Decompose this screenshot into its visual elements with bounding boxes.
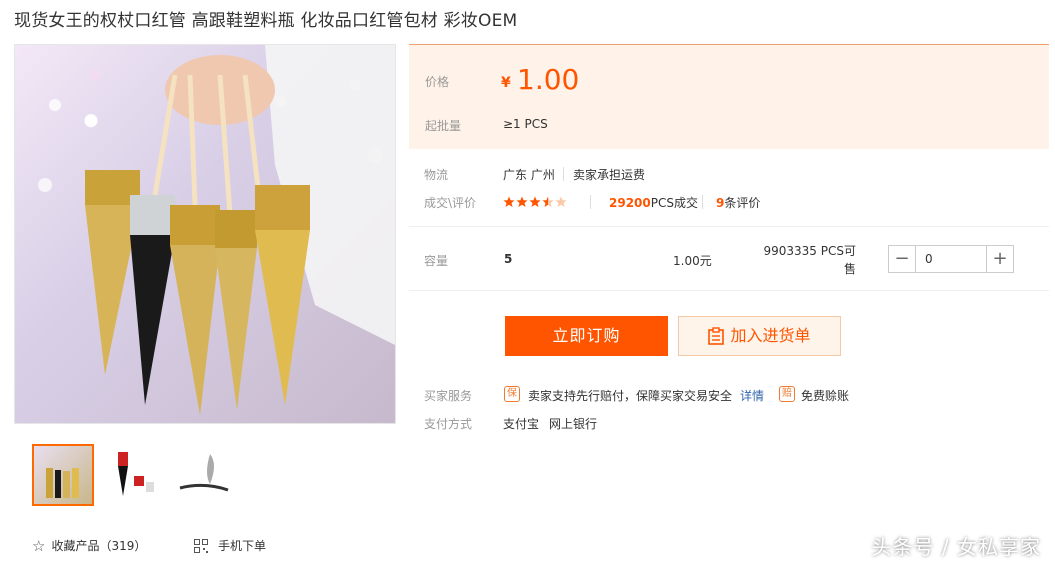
divider (563, 167, 564, 181)
minus-button[interactable]: − (889, 246, 916, 272)
quantity-stepper[interactable]: − 0 + (888, 245, 1014, 273)
variant-stock: 9903335 PCS可售 (763, 244, 857, 276)
price-value: 1.00 (517, 63, 580, 96)
credit-badge-icon: 赔 (779, 386, 795, 402)
add-to-cart-button[interactable]: 加入进货单 (678, 316, 841, 356)
ship-from-location: 广东 广州 (503, 168, 555, 182)
favorite-label: 收藏产品（319） (51, 539, 147, 553)
buy-now-button[interactable]: 立即订购 (505, 316, 668, 356)
logistics-label: 物流 (424, 168, 449, 182)
payment-label: 支付方式 (424, 417, 473, 431)
mobile-order[interactable]: 手机下单 (194, 537, 266, 554)
star-full-icon (503, 196, 515, 207)
mobile-order-label: 手机下单 (218, 539, 267, 553)
thumbnail-2[interactable] (104, 444, 164, 504)
deals-label: 成交\评价 (424, 196, 477, 210)
payment-method-alipay: 支付宝 (503, 417, 540, 431)
currency-symbol: ¥ (501, 75, 511, 91)
variant-name: 5 (504, 252, 513, 266)
divider (409, 226, 1049, 227)
star-outline-icon: ☆ (32, 537, 46, 555)
thumbnail-1[interactable] (32, 444, 94, 506)
product-title: 现货女王的权杖口红管 高跟鞋塑料瓶 化妆品口红管包材 彩妆OEM (14, 11, 518, 31)
favorite-product[interactable]: ☆ 收藏产品（319） (32, 537, 146, 555)
divider (409, 290, 1049, 291)
star-full-icon (516, 196, 528, 207)
thumbnail-3[interactable] (174, 444, 234, 504)
star-full-icon (529, 196, 541, 207)
price-panel: 价格 ¥ 1.00 起批量 ≥1 PCS (409, 44, 1049, 149)
price-label: 价格 (425, 75, 450, 89)
main-product-image[interactable] (14, 44, 396, 424)
lipstick-bundle-image (38, 45, 395, 415)
star-half-icon (542, 196, 554, 207)
sold-count: 29200PCS成交 (609, 194, 698, 211)
sold-number: 29200 (609, 196, 651, 210)
guarantee-badge-icon: 保 (504, 386, 520, 402)
free-credit-text: 免费赊账 (801, 389, 850, 403)
qr-code-icon (194, 539, 208, 553)
moq-label: 起批量 (425, 119, 462, 133)
services-label: 买家服务 (424, 389, 473, 403)
plus-button[interactable]: + (986, 246, 1013, 272)
divider (590, 195, 591, 209)
variant-price: 1.00元 (673, 254, 712, 268)
review-suffix: 条评价 (724, 196, 761, 210)
clipboard-icon (708, 321, 725, 359)
review-count-link[interactable]: 9条评价 (716, 194, 760, 211)
details-link[interactable]: 详情 (740, 387, 764, 404)
star-empty-icon (555, 196, 567, 207)
moq-value: ≥1 PCS (503, 117, 548, 131)
rating-stars (503, 193, 568, 212)
watermark: 头条号 / 女私享家 (871, 535, 1041, 559)
guarantee-text: 卖家支持先行赔付，保障买家交易安全 (528, 389, 733, 403)
payment-method-bank: 网上银行 (549, 417, 598, 431)
sold-suffix: PCS成交 (650, 196, 698, 210)
shipping-fee-note: 卖家承担运费 (573, 168, 646, 182)
divider (702, 195, 703, 209)
quantity-input[interactable]: 0 (925, 246, 933, 272)
add-to-cart-label: 加入进货单 (730, 326, 811, 345)
capacity-label: 容量 (424, 254, 449, 268)
